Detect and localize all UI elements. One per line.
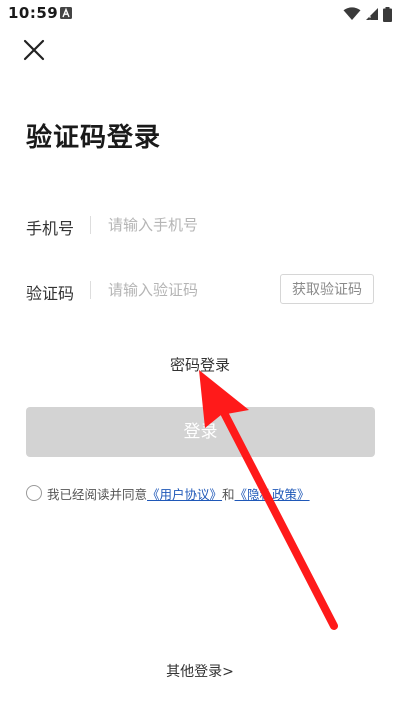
signal-icon: [366, 8, 378, 20]
close-button[interactable]: [22, 38, 46, 62]
status-bar: 10:59: [0, 0, 400, 28]
status-icons: [343, 6, 392, 22]
login-button[interactable]: 登录: [26, 407, 375, 457]
phone-input[interactable]: [108, 209, 268, 241]
privacy-policy-link[interactable]: 《隐私政策》: [235, 484, 310, 503]
status-time: 10:59: [8, 4, 59, 22]
agreement-prefix: 我已经阅读并同意: [47, 486, 148, 502]
a-notification-icon: [60, 7, 72, 19]
other-login-link[interactable]: 其他登录>: [0, 661, 400, 681]
phone-row: 手机号: [26, 207, 376, 243]
user-agreement-link[interactable]: 《用户协议》: [147, 484, 222, 503]
code-row: 验证码 获取验证码: [26, 272, 376, 308]
code-label: 验证码: [26, 284, 75, 303]
page-title: 验证码登录: [26, 123, 162, 153]
battery-icon: [383, 6, 392, 22]
phone-label: 手机号: [26, 219, 75, 238]
agreement-row: 我已经阅读并同意 《用户协议》 和 《隐私政策》: [26, 482, 376, 504]
agreement-conjunction: 和: [222, 486, 235, 502]
wifi-icon: [343, 7, 361, 20]
code-input[interactable]: [108, 274, 268, 306]
close-icon: [23, 39, 45, 61]
get-code-button[interactable]: 获取验证码: [280, 274, 374, 304]
field-divider: [90, 216, 91, 234]
field-divider: [90, 281, 91, 299]
agree-checkbox[interactable]: [26, 485, 42, 501]
password-login-link[interactable]: 密码登录: [0, 354, 400, 375]
